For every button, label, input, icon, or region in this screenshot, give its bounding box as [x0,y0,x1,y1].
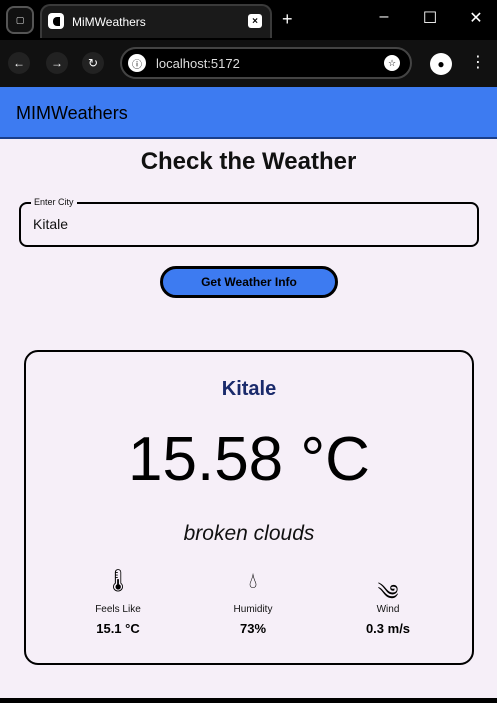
tab-title: MiMWeathers [72,15,146,29]
browser-tab[interactable]: MiMWeathers × [40,4,272,38]
city-name: Kitale [221,378,277,400]
city-field-label: Enter City [31,197,77,207]
wind-icon: ༄ [377,580,399,605]
page-heading: Check the Weather [140,148,357,175]
address-bar[interactable]: ⓘ localhost:5172 ☆ [120,47,412,79]
bookmark-icon[interactable]: ☆ [384,55,400,71]
url-text[interactable]: localhost:5172 [156,56,240,71]
menu-dots-icon[interactable]: ⋮ [470,52,486,72]
browser-toolbar: ← → ↻ ⓘ localhost:5172 ☆ ● ⋮ [0,40,497,87]
temperature: 15.58 °C [128,425,370,494]
new-tab-button[interactable]: + [282,9,293,30]
app-title: MIMWeathers [16,103,128,123]
favicon-icon [48,13,64,29]
stat-label: Humidity [233,604,273,615]
get-weather-button[interactable]: Get Weather Info [160,266,338,298]
app-bar: MIMWeathers [0,87,497,139]
bottom-divider [0,698,497,703]
close-tab-icon[interactable]: × [248,14,262,28]
city-field[interactable]: Enter City [19,197,479,247]
humidity-stat: 💧︎ Humidity 73% [193,568,313,636]
weather-card: Kitale 15.58 °C broken clouds 🌡︎ Feels L… [24,350,474,665]
wind-stat: ༄ Wind 0.3 m/s [328,568,448,636]
site-info-icon[interactable]: ⓘ [128,54,146,72]
minimize-button[interactable]: – [372,8,396,26]
stat-value: 0.3 m/s [365,621,411,636]
weather-description: broken clouds [183,522,315,545]
feels-like-stat: 🌡︎ Feels Like 15.1 °C [58,568,178,636]
stat-label: Feels Like [95,604,141,615]
humidity-icon: 💧︎ [248,568,258,593]
browser-tab-strip: ▢ MiMWeathers × + – ☐ ✕ [0,0,497,40]
forward-icon[interactable]: → [46,52,68,74]
profile-icon[interactable]: ● [430,53,452,75]
close-window-button[interactable]: ✕ [464,8,488,28]
thermometer-icon: 🌡︎ [104,568,132,593]
tab-search-icon[interactable]: ▢ [6,6,34,34]
maximize-button[interactable]: ☐ [418,8,442,28]
city-input[interactable] [33,216,453,232]
stat-value: 73% [239,621,267,636]
back-icon[interactable]: ← [8,52,30,74]
stat-label: Wind [376,604,400,615]
reload-icon[interactable]: ↻ [82,52,104,74]
stat-value: 15.1 °C [96,621,140,636]
